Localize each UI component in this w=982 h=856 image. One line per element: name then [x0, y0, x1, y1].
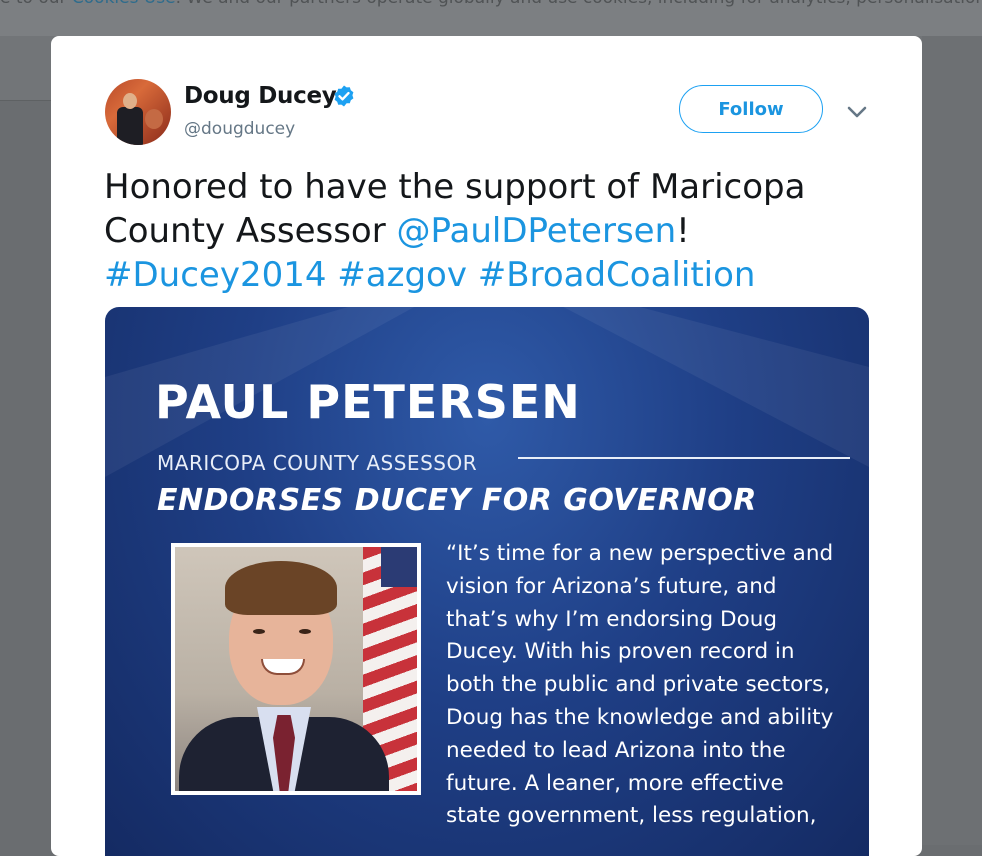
tweet-media-image[interactable]: PAUL PETERSEN MARICOPA COUNTY ASSESSOR E…: [105, 307, 869, 856]
quote-line: Ducey. With his proven record in: [446, 639, 795, 665]
avatar-figure-head: [123, 93, 137, 109]
media-divider: [518, 457, 850, 459]
author-handle[interactable]: @dougducey: [184, 119, 295, 139]
tweet-text-part2: !: [676, 211, 690, 251]
verified-badge-icon: [334, 85, 354, 107]
avatar-figure-secondary: [145, 109, 163, 129]
quote-line: needed to lead Arizona into the: [446, 737, 786, 763]
hashtag-link[interactable]: #BroadCoalition: [478, 255, 756, 295]
portrait-hair: [225, 561, 337, 615]
quote-line: both the public and private sectors,: [446, 672, 831, 698]
chevron-down-icon[interactable]: [846, 104, 868, 120]
portrait-eye-left: [253, 629, 265, 634]
endorsement-quote: “It’s time for a new perspective and vis…: [446, 538, 856, 833]
quote-line: future. A leaner, more effective: [446, 770, 784, 796]
mention-link[interactable]: @PaulDPetersen: [397, 211, 677, 251]
portrait-eye-right: [299, 629, 311, 634]
quote-line: vision for Arizona’s future, and: [446, 573, 777, 599]
avatar-figure-body: [117, 107, 143, 145]
hashtag-link[interactable]: #azgov: [337, 255, 467, 295]
cookie-banner-text: e to our Cookies Use. We and our partner…: [0, 0, 982, 8]
portrait-photo-inner: [175, 547, 417, 791]
quote-line: “It’s time for a new perspective and: [446, 541, 834, 566]
background-overlay-right: [922, 36, 982, 845]
cookies-use-link[interactable]: Cookies Use: [72, 0, 176, 8]
tweet-text: Honored to have the support of Maricopa …: [104, 165, 884, 297]
quote-line: Doug has the knowledge and ability: [446, 704, 834, 730]
media-title: PAUL PETERSEN: [155, 375, 581, 429]
quote-line: state government, less regulation,: [446, 803, 817, 829]
avatar[interactable]: [105, 79, 171, 145]
portrait-photo: [171, 543, 421, 795]
hashtag-link[interactable]: #Ducey2014: [104, 255, 326, 295]
follow-button[interactable]: Follow: [679, 85, 823, 133]
quote-line: that’s why I’m endorsing Doug: [446, 606, 778, 632]
media-headline: ENDORSES DUCEY FOR GOVERNOR: [157, 483, 757, 518]
cookie-banner: e to our Cookies Use. We and our partner…: [0, 0, 982, 36]
author-name[interactable]: Doug Ducey: [184, 83, 337, 109]
flag-canton: [381, 547, 417, 587]
media-subtitle: MARICOPA COUNTY ASSESSOR: [157, 451, 478, 475]
cookie-text-before: e to our: [0, 0, 72, 8]
tweet-card: Doug Ducey @dougducey Follow Honored to …: [51, 36, 922, 856]
cookie-text-after: . We and our partners operate globally a…: [176, 0, 982, 8]
